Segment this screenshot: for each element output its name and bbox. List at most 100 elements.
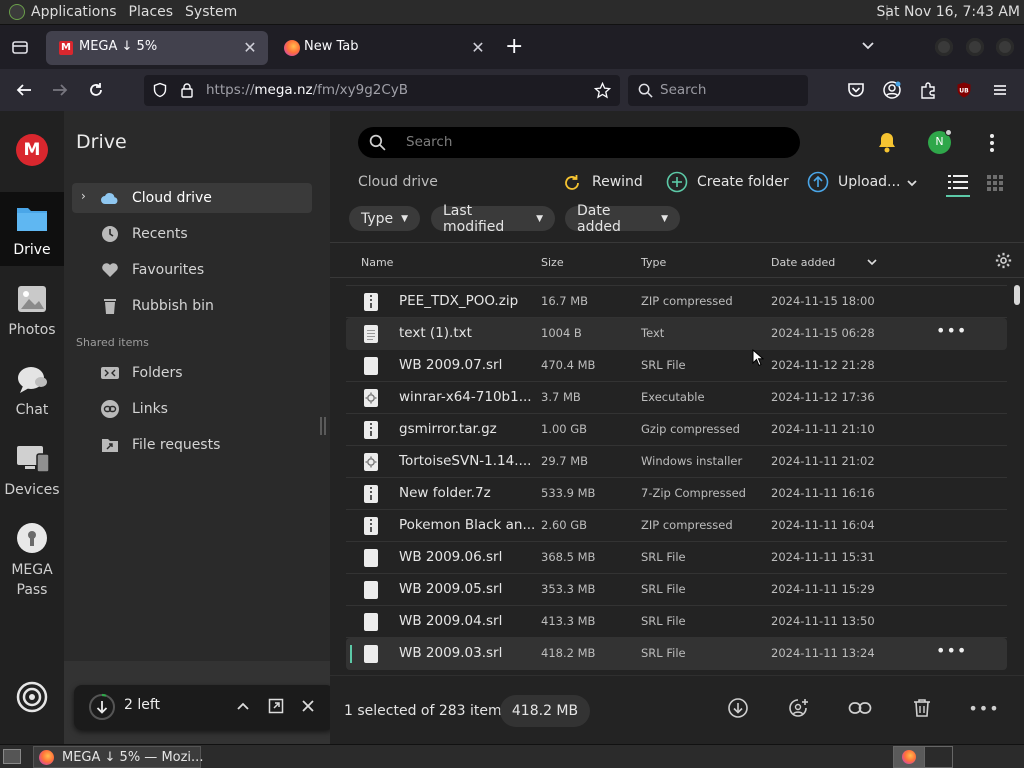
- more-vertical-icon[interactable]: [984, 133, 1000, 153]
- transfer-widget[interactable]: 2 left: [74, 685, 334, 730]
- pocket-button[interactable]: [842, 77, 870, 103]
- menu-applications[interactable]: Applications: [31, 4, 125, 20]
- forward-button[interactable]: [46, 77, 74, 103]
- get-link-button[interactable]: [848, 696, 872, 720]
- url-bar[interactable]: https://mega.nz/fm/xy9g2CyB: [144, 75, 620, 106]
- sync-status-icon[interactable]: [16, 681, 48, 713]
- tab-newtab[interactable]: New Tab ✕: [274, 31, 496, 65]
- file-size: 418.2 MB: [541, 646, 596, 660]
- transfer-expand-chevron-icon[interactable]: [236, 700, 250, 714]
- tracking-protection-shield-icon[interactable]: [152, 82, 168, 98]
- table-row[interactable]: PEE_TDX_POO.zip 16.7 MB ZIP compressed 2024…: [346, 286, 1007, 318]
- expand-chevron-icon[interactable]: ›: [81, 189, 86, 203]
- sidebar-resize-handle[interactable]: [320, 417, 326, 435]
- panel-clock[interactable]: Sat Nov 16, 7:43 AM: [877, 4, 1020, 20]
- sidebar-item-recents[interactable]: Recents: [72, 219, 312, 249]
- bookmark-star-icon[interactable]: [594, 82, 611, 99]
- column-header-type[interactable]: Type: [641, 256, 666, 269]
- menu-places[interactable]: Places: [125, 4, 182, 20]
- column-header-date-added[interactable]: Date added: [771, 256, 835, 269]
- filter-type[interactable]: Type ▼: [349, 206, 420, 231]
- delete-button[interactable]: [910, 696, 934, 720]
- sidebar-item-links[interactable]: Links: [72, 394, 312, 424]
- extensions-button[interactable]: [914, 77, 942, 103]
- workspace-switcher[interactable]: [893, 746, 953, 768]
- taskbar-window-button[interactable]: MEGA ↓ 5% — Mozi...: [33, 746, 204, 768]
- menu-system[interactable]: System: [181, 4, 245, 20]
- lock-icon[interactable]: [179, 82, 195, 98]
- taskbar-window-label: MEGA ↓ 5% — Mozi...: [62, 750, 204, 765]
- more-actions-button[interactable]: •••: [968, 696, 998, 720]
- upload-chevron-down-icon[interactable]: [906, 177, 918, 189]
- tab-newtab-close-icon[interactable]: ✕: [468, 38, 488, 58]
- chat-bubble-icon: [18, 367, 47, 393]
- list-tabs-chevron-icon[interactable]: [860, 37, 876, 57]
- table-row[interactable]: WB 2009.04.srl 413.3 MB SRL File 2024-11-11…: [346, 606, 1007, 638]
- breadcrumb[interactable]: Cloud drive: [358, 174, 438, 190]
- window-maximize-button[interactable]: [966, 38, 984, 56]
- sidebar-item-folders[interactable]: Folders: [72, 358, 312, 388]
- window-close-button[interactable]: [996, 38, 1014, 56]
- sidebar-item-rubbish-bin[interactable]: Rubbish bin: [72, 291, 312, 321]
- table-row[interactable]: WB 2009.03.srl 418.2 MB SRL File 2024-11-11…: [346, 638, 1007, 670]
- column-settings-gear-icon[interactable]: [995, 252, 1012, 269]
- transfer-close-icon[interactable]: [301, 699, 315, 713]
- column-header-size[interactable]: Size: [541, 256, 564, 269]
- list-view-toggle[interactable]: [946, 171, 970, 197]
- mega-favicon-icon: M: [59, 41, 73, 55]
- sort-chevron-down-icon[interactable]: [867, 257, 877, 267]
- rail-photos[interactable]: Photos: [0, 276, 64, 346]
- share-button[interactable]: [786, 696, 810, 720]
- download-button[interactable]: [726, 696, 750, 720]
- url-text[interactable]: https://mega.nz/fm/xy9g2CyB: [206, 82, 408, 98]
- avatar[interactable]: N: [928, 129, 952, 154]
- firefox-taskbar-icon: [39, 750, 54, 765]
- notification-bell-icon[interactable]: [877, 131, 897, 153]
- table-row[interactable]: New folder.7z 533.9 MB 7-Zip Compressed 202…: [346, 478, 1007, 510]
- sidebar-item-file-requests[interactable]: File requests: [72, 430, 312, 460]
- transfer-open-manager-icon[interactable]: [268, 698, 284, 714]
- column-header-name[interactable]: Name: [361, 256, 393, 269]
- browser-search-field[interactable]: Search: [628, 75, 808, 106]
- sidebar-item-cloud-drive[interactable]: › Cloud drive: [72, 183, 312, 213]
- rail-chat[interactable]: Chat: [0, 356, 64, 426]
- table-row[interactable]: text (1).txt 1004 B Text 2024-11-15 06:28 ••…: [346, 318, 1007, 350]
- table-row[interactable]: gsmirror.tar.gz 1.00 GB Gzip compressed 202…: [346, 414, 1007, 446]
- sidebar-item-favourites[interactable]: Favourites: [72, 255, 312, 285]
- account-button[interactable]: [878, 77, 906, 103]
- table-row[interactable]: Pokemon Black an... 2.60 GB ZIP compressed…: [346, 510, 1007, 542]
- table-row[interactable]: WB 2009.06.srl 368.5 MB SRL File 2024-11-11…: [346, 542, 1007, 574]
- window-minimize-button[interactable]: [935, 38, 953, 56]
- file-date-added: 2024-11-11 13:50: [771, 614, 875, 628]
- rail-devices[interactable]: Devices: [0, 436, 64, 506]
- sidebar-title: Drive: [76, 131, 127, 153]
- row-more-actions-icon[interactable]: •••: [936, 321, 967, 340]
- rail-drive[interactable]: Drive: [0, 192, 64, 266]
- reload-button[interactable]: [82, 77, 110, 103]
- table-row[interactable]: WB 2009.07.srl 470.4 MB SRL File 2024-11-12…: [346, 350, 1007, 382]
- rail-drive-label: Drive: [13, 242, 51, 258]
- mega-logo-icon[interactable]: M: [16, 134, 48, 166]
- show-desktop-icon[interactable]: [3, 749, 21, 764]
- table-row[interactable]: WB 2009.05.srl 353.3 MB SRL File 2024-11-11…: [346, 574, 1007, 606]
- workspace-2[interactable]: [924, 747, 954, 767]
- filter-date-added[interactable]: Date added ▼: [565, 203, 680, 235]
- ublock-button[interactable]: UB: [950, 77, 978, 103]
- apps-logo-icon[interactable]: [9, 4, 25, 20]
- tab-mega-close-icon[interactable]: ✕: [240, 38, 260, 58]
- table-row[interactable]: TortoiseSVN-1.14.... 29.7 MB Windows insta…: [346, 446, 1007, 478]
- row-more-actions-icon[interactable]: •••: [936, 641, 967, 660]
- rail-mega-pass[interactable]: MEGA Pass: [0, 516, 64, 606]
- tab-mega[interactable]: M MEGA ↓ 5% ✕: [46, 31, 268, 65]
- drive-search-field[interactable]: Search: [358, 127, 800, 158]
- upload-button[interactable]: Upload...: [807, 171, 919, 195]
- app-menu-button[interactable]: [986, 77, 1014, 103]
- scrollbar-thumb[interactable]: [1014, 285, 1020, 305]
- new-tab-button[interactable]: +: [505, 34, 523, 59]
- table-row[interactable]: winrar-x64-710b1... 3.7 MB Executable 2024-…: [346, 382, 1007, 414]
- filter-last-modified[interactable]: Last modified ▼: [431, 203, 555, 235]
- back-button[interactable]: [10, 77, 38, 103]
- file-name: WB 2009.03.srl: [399, 645, 503, 661]
- grid-view-icon[interactable]: [987, 175, 1003, 191]
- tab-overview-button[interactable]: [10, 37, 30, 57]
